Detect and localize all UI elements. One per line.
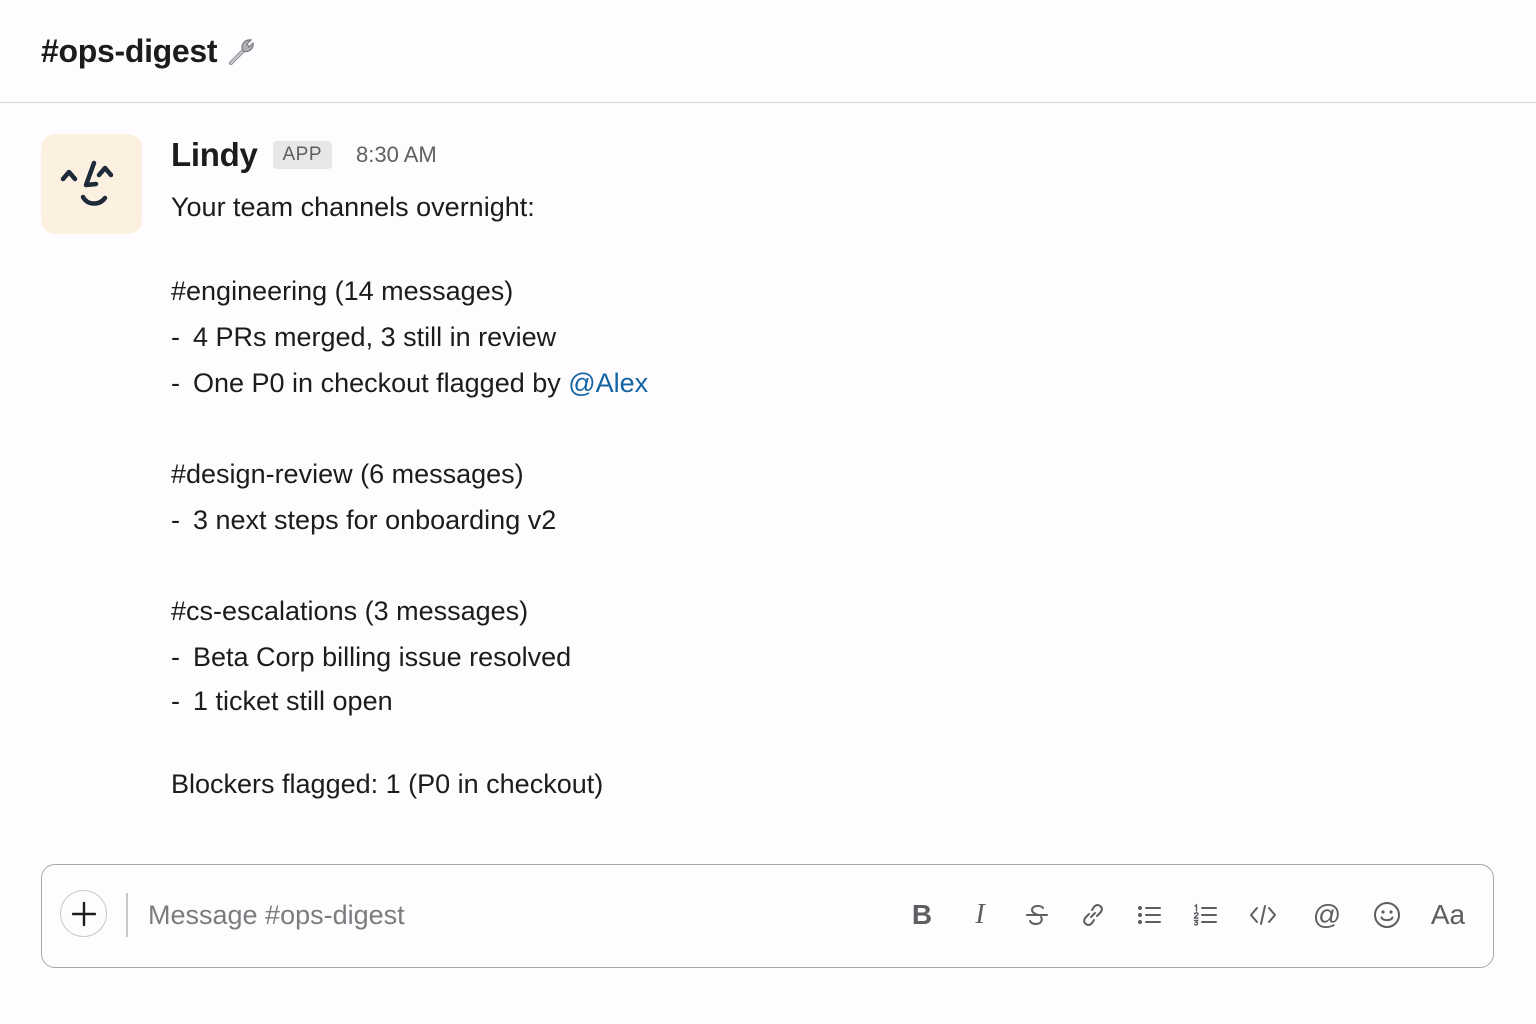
channel-name[interactable]: #ops-digest (41, 33, 218, 70)
bullet-dash: - (171, 642, 180, 672)
list-item: - Beta Corp billing issue resolved (171, 642, 571, 673)
bullet-text: 3 next steps for onboarding v2 (193, 505, 557, 535)
section-heading: #design-review (6 messages) (171, 459, 524, 489)
italic-icon: I (975, 899, 985, 930)
code-button[interactable] (1245, 897, 1281, 933)
bulleted-list-icon (1138, 906, 1161, 924)
numbered-list-button[interactable] (1187, 897, 1223, 933)
avatar[interactable] (41, 134, 142, 234)
lindy-logo-icon (60, 160, 113, 206)
bullet-dash: - (171, 322, 180, 352)
bullet-text: 4 PRs merged, 3 still in review (193, 322, 557, 352)
strikethrough-icon (1026, 904, 1048, 926)
blockers-summary: Blockers flagged: 1 (P0 in checkout) (171, 769, 604, 799)
text-format-icon: Aa (1430, 899, 1466, 930)
bullet-dash: - (171, 686, 180, 716)
list-item: -3 next steps for onboarding v2 (171, 505, 556, 536)
message-composer: B I (41, 864, 1494, 968)
wrench-icon (227, 36, 257, 66)
mention-button[interactable]: @ (1309, 897, 1345, 933)
numbered-list-icon (1193, 903, 1217, 926)
message-header: Lindy APP 8:30 AM (171, 134, 1471, 176)
code-icon (1250, 905, 1276, 925)
add-attachment-button[interactable] (60, 890, 107, 937)
bold-button[interactable]: B (904, 897, 940, 933)
bold-icon: B (911, 899, 933, 930)
strikethrough-button[interactable] (1019, 897, 1055, 933)
app-badge: APP (272, 141, 333, 169)
plus-icon (71, 901, 96, 926)
composer-divider (126, 893, 128, 937)
channel-title[interactable]: #ops-digest (41, 33, 257, 70)
mention-icon: @ (1312, 899, 1342, 930)
emoji-button[interactable] (1369, 897, 1405, 933)
user-mention[interactable]: @Alex (568, 368, 648, 398)
list-item: -4 PRs merged, 3 still in review (171, 322, 556, 353)
emoji-icon (1374, 902, 1400, 928)
link-button[interactable] (1075, 897, 1111, 933)
bullet-dash: - (171, 368, 180, 398)
bullet-text: Beta Corp billing issue resolved (193, 642, 572, 672)
message-intro: Your team channels overnight: (171, 192, 535, 222)
bullet-text: 1 ticket still open (193, 686, 393, 716)
text-format-button[interactable]: Aa (1426, 897, 1470, 933)
message-body: Lindy APP 8:30 AM Your team channels ove… (171, 134, 1471, 799)
bulleted-list-button[interactable] (1131, 897, 1167, 933)
bullet-text: One P0 in checkout flagged by (193, 368, 569, 398)
channel-header: #ops-digest (0, 0, 1536, 103)
bullet-dash: - (171, 505, 180, 535)
link-icon (1083, 903, 1103, 927)
section-heading: #engineering (14 messages) (171, 276, 514, 306)
timestamp[interactable]: 8:30 AM (356, 142, 437, 168)
list-item: - One P0 in checkout flagged by @Alex (171, 368, 648, 399)
section-heading: #cs-escalations (3 messages) (171, 596, 529, 626)
list-item: -1 ticket still open (171, 686, 393, 717)
italic-button[interactable]: I (962, 897, 998, 933)
message-input[interactable] (148, 895, 848, 935)
sender-name[interactable]: Lindy (171, 136, 258, 174)
